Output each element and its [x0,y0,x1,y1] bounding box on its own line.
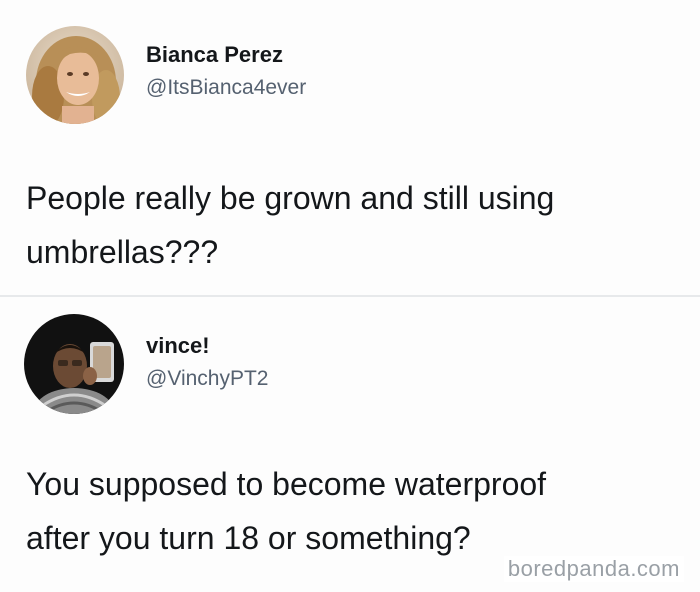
user-handle[interactable]: @ItsBianca4ever [146,76,306,100]
tweet-text-line: You supposed to become waterproof [26,466,547,502]
watermark: boredpanda.com [503,556,684,582]
avatar-photo [24,314,124,414]
tweet-text-line: People really be grown and still using [26,180,555,216]
display-name[interactable]: Bianca Perez [146,42,283,68]
avatar[interactable] [26,26,124,124]
tweet-text: You supposed to become waterproof after … [26,457,686,565]
tweet-text: People really be grown and still using u… [26,171,686,279]
tweet-card[interactable]: Bianca Perez @ItsBianca4ever People real… [0,0,700,296]
tweet-text-line: umbrellas??? [26,234,219,270]
tweet-card[interactable]: vince! @VinchyPT2 You supposed to become… [0,297,700,592]
user-handle[interactable]: @VinchyPT2 [146,367,268,391]
display-name[interactable]: vince! [146,333,210,359]
avatar[interactable] [24,314,124,414]
avatar-photo [26,26,124,124]
